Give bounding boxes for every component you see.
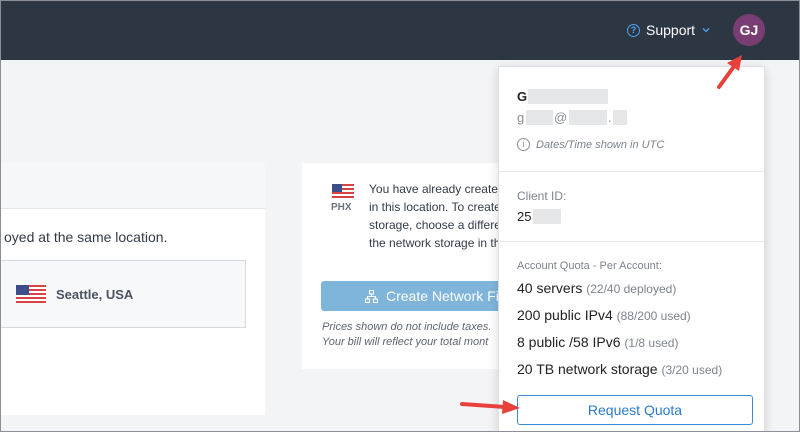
create-network-filesystem-button[interactable]: Create Network File (321, 281, 502, 311)
redacted-name (528, 89, 608, 104)
prices-line: Prices shown do not include taxes. (322, 321, 492, 333)
quota-value: 40 servers (517, 280, 583, 296)
quota-value: 200 public IPv4 (517, 307, 613, 323)
quota-usage: (22/40 deployed) (586, 282, 677, 296)
redacted-email-user (526, 110, 553, 125)
redacted-email-tld (613, 110, 627, 125)
network-storage-panel: PHX You have already created in this loc… (302, 163, 504, 369)
user-avatar[interactable]: GJ (733, 14, 765, 46)
request-quota-button[interactable]: Request Quota (517, 395, 753, 425)
location-option-seattle[interactable]: Seattle, USA (0, 260, 246, 328)
timezone-text: Dates/Time shown in UTC (536, 138, 665, 151)
prices-line: Your bill will reflect your total mont (322, 336, 489, 348)
quota-usage: (1/8 used) (624, 336, 679, 350)
avatar-initials: GJ (739, 22, 759, 38)
panel-header (0, 163, 265, 209)
us-flag-icon (16, 285, 46, 303)
account-email-at: @ (554, 110, 568, 125)
account-dropdown-menu: G g @ . i Dates/Time shown in UTC Client… (498, 66, 765, 432)
quota-servers: 40 servers (22/40 deployed) (517, 280, 676, 296)
us-flag-icon (332, 184, 354, 198)
support-menu[interactable]: ? Support (627, 21, 711, 39)
account-email-dot: . (608, 110, 612, 125)
quota-value: 20 TB network storage (517, 361, 658, 377)
notice-line: in this location. To create (369, 200, 501, 214)
account-name: G (517, 89, 528, 104)
timezone-note: i Dates/Time shown in UTC (517, 138, 664, 151)
notice-line: You have already created (369, 182, 504, 196)
quota-usage: (3/20 used) (661, 363, 723, 377)
notice-line: storage, choose a differen (369, 218, 504, 232)
client-id-value: 25 (517, 209, 532, 224)
account-email-start: g (517, 110, 525, 125)
notice-line: the network storage in the (369, 236, 504, 250)
location-code: PHX (331, 202, 352, 213)
location-label: Seattle, USA (56, 286, 134, 302)
redacted-email-domain (569, 110, 607, 125)
quota-ipv4: 200 public IPv4 (88/200 used) (517, 307, 691, 323)
quota-label: Account Quota - Per Account: (517, 260, 662, 272)
prices-disclaimer: Prices shown do not include taxes. Your … (322, 320, 502, 350)
deploy-location-text: oyed at the same location. (4, 229, 168, 245)
divider (499, 171, 764, 172)
create-button-label: Create Network File (386, 288, 502, 304)
top-navigation-bar: ? Support GJ (0, 0, 800, 60)
existing-storage-notice: You have already created in this locatio… (369, 180, 504, 252)
deploy-location-panel: oyed at the same location. Seattle, USA (0, 163, 265, 415)
info-circle-icon: i (517, 138, 530, 151)
quota-network-storage: 20 TB network storage (3/20 used) (517, 361, 722, 377)
question-circle-icon: ? (627, 23, 640, 37)
quota-value: 8 public /58 IPv6 (517, 334, 621, 350)
redacted-client-id (533, 209, 561, 224)
support-label: Support (646, 22, 696, 38)
divider (499, 241, 764, 242)
client-id-label: Client ID: (517, 189, 567, 203)
network-icon (365, 289, 378, 303)
quota-ipv6: 8 public /58 IPv6 (1/8 used) (517, 334, 678, 350)
chevron-down-icon (702, 28, 710, 33)
request-quota-label: Request Quota (587, 402, 683, 418)
quota-usage: (88/200 used) (616, 309, 691, 323)
